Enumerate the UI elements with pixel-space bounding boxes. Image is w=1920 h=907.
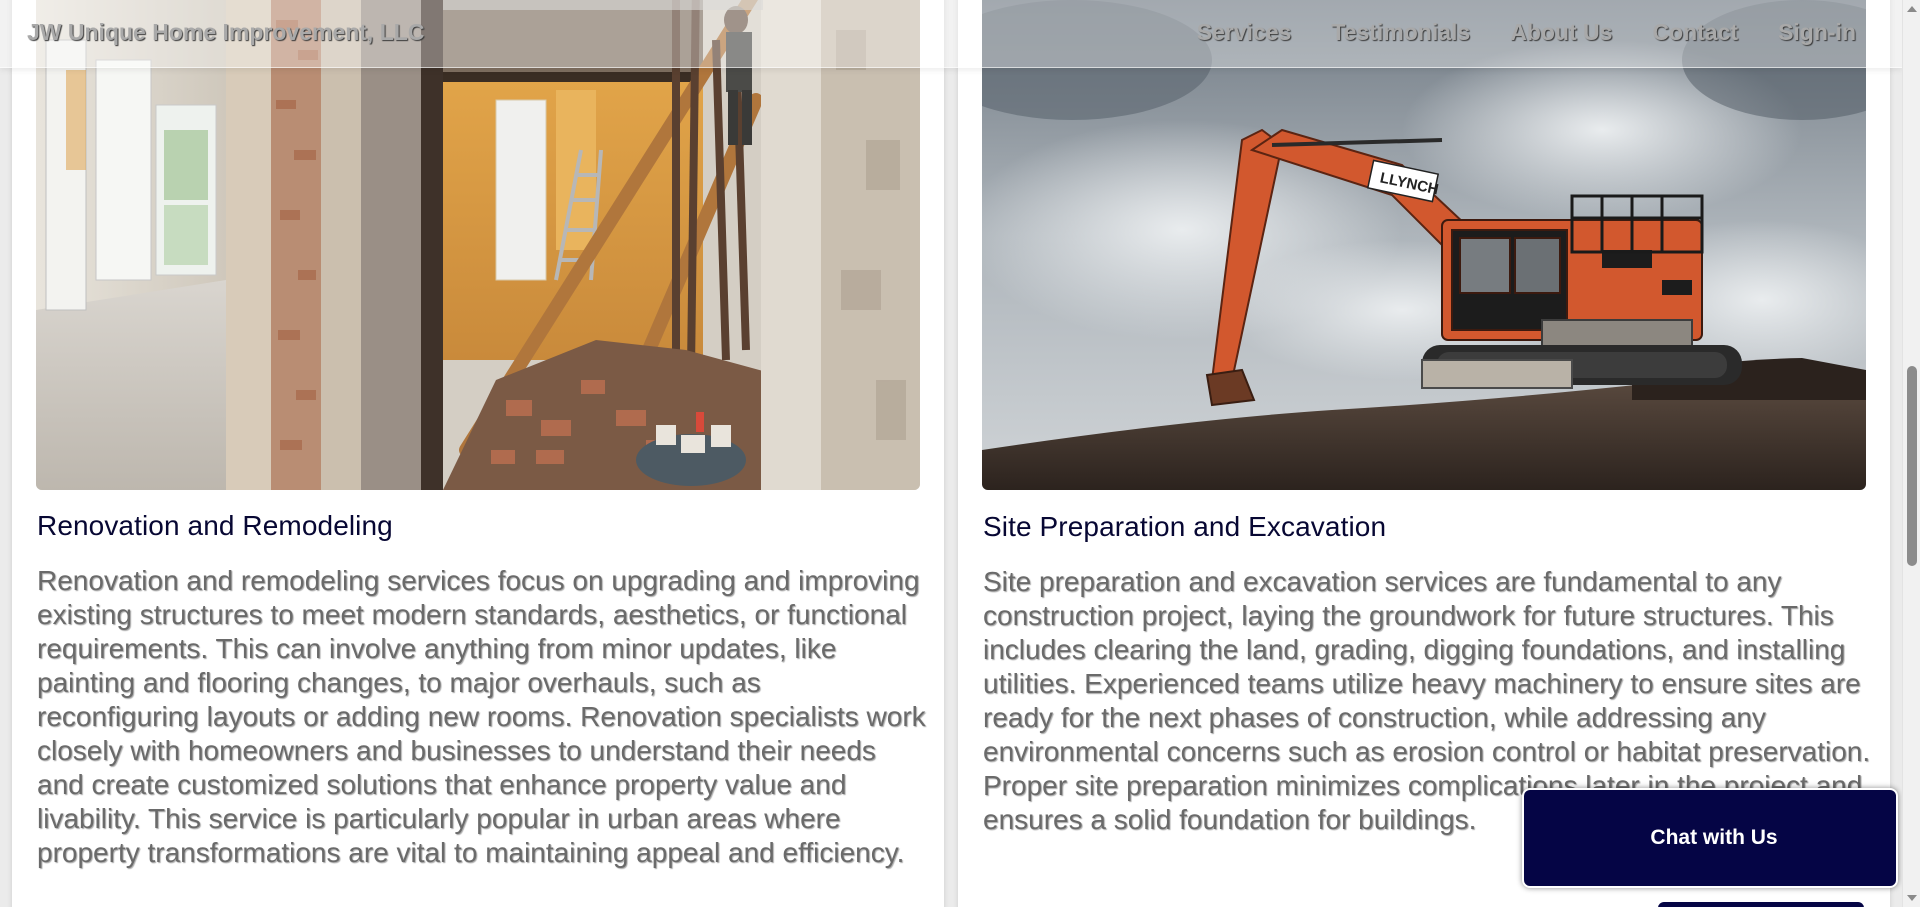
service-description: Renovation and remodeling services focus…	[37, 565, 926, 868]
nav-link-testimonials[interactable]: Testimonials	[1331, 19, 1470, 46]
chat-secondary-tab[interactable]	[1658, 902, 1864, 907]
nav-link-contact[interactable]: Contact	[1652, 19, 1738, 46]
top-navbar: JW Unique Home Improvement, LLC Services…	[0, 0, 1902, 68]
chat-with-us-button[interactable]: Chat with Us	[1522, 788, 1898, 888]
service-title: Renovation and Remodeling	[37, 510, 393, 541]
excavator-image: LLYNCH	[982, 0, 1866, 490]
scroll-down-arrow-icon[interactable]	[1907, 895, 1917, 901]
page-scrollbar[interactable]	[1902, 0, 1920, 907]
nav-links: Services Testimonials About Us Contact S…	[1197, 19, 1856, 46]
scroll-up-arrow-icon[interactable]	[1907, 6, 1917, 12]
service-title: Site Preparation and Excavation	[983, 511, 1387, 542]
service-card-excavation: LLYNCH Site Preparation and Excavation S…	[958, 0, 1890, 907]
brand-logo-link[interactable]: JW Unique Home Improvement, LLC	[27, 19, 424, 46]
nav-link-sign-in[interactable]: Sign-in	[1778, 19, 1856, 46]
scrollbar-thumb[interactable]	[1907, 366, 1917, 566]
nav-link-about-us[interactable]: About Us	[1510, 19, 1612, 46]
service-card-renovation: Renovation and Remodeling Renovation and…	[12, 0, 944, 907]
nav-link-services[interactable]: Services	[1197, 19, 1292, 46]
renovation-image	[36, 0, 920, 490]
page: Renovation and Remodeling Renovation and…	[0, 0, 1920, 907]
